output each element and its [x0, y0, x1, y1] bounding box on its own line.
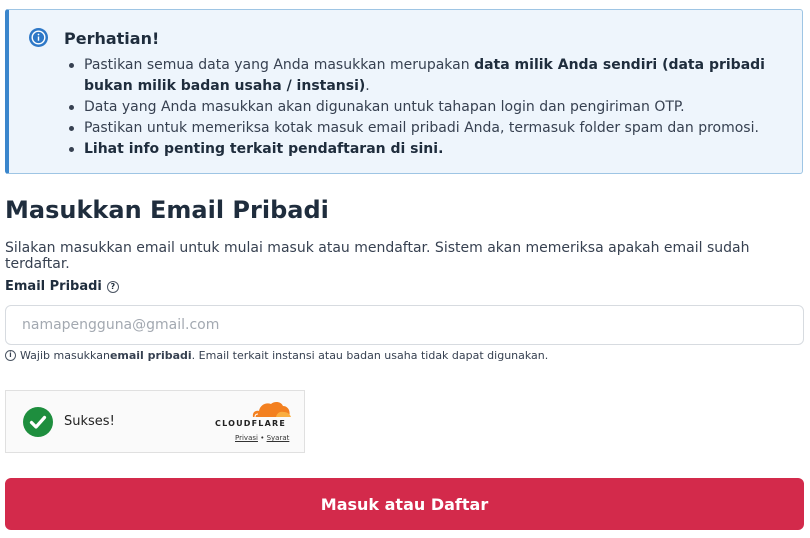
alert-item-usage: Data yang Anda masukkan akan digunakan u…: [66, 97, 796, 118]
cloudflare-wordmark: CLOUDFLARE: [215, 419, 286, 428]
info-small-icon: i: [5, 350, 16, 361]
email-field[interactable]: [5, 305, 804, 345]
info-link[interactable]: di sini: [390, 141, 438, 157]
cloudflare-turnstile[interactable]: Sukses! CLOUDFLARE Privasi • Syarat: [5, 390, 305, 453]
submit-button[interactable]: Masuk atau Daftar: [5, 478, 804, 530]
page-title: Masukkan Email Pribadi: [5, 196, 329, 224]
privacy-link[interactable]: Privasi: [235, 434, 258, 442]
page-description: Silakan masukkan email untuk mulai masuk…: [5, 240, 750, 272]
captcha-status: Sukses!: [64, 414, 115, 429]
info-icon: [29, 28, 48, 47]
alert-item-own-data: Pastikan semua data yang Anda masukkan m…: [66, 55, 796, 97]
alert-title: Perhatian!: [64, 29, 160, 48]
email-label: Email Pribadi ?: [5, 279, 119, 294]
terms-link[interactable]: Syarat: [267, 434, 290, 442]
alert-list: Pastikan semua data yang Anda masukkan m…: [66, 55, 796, 160]
help-icon[interactable]: ?: [106, 280, 119, 293]
alert-item-check-inbox: Pastikan untuk memeriksa kotak masuk ema…: [66, 118, 796, 139]
email-hint: i Wajib masukkan email pribadi. Email te…: [5, 349, 548, 362]
alert-item-info-link: Lihat info penting terkait pendaftaran d…: [66, 139, 796, 160]
captcha-links: Privasi • Syarat: [235, 434, 290, 442]
info-alert: Perhatian! Pastikan semua data yang Anda…: [5, 9, 803, 174]
success-check-icon: [23, 407, 53, 437]
